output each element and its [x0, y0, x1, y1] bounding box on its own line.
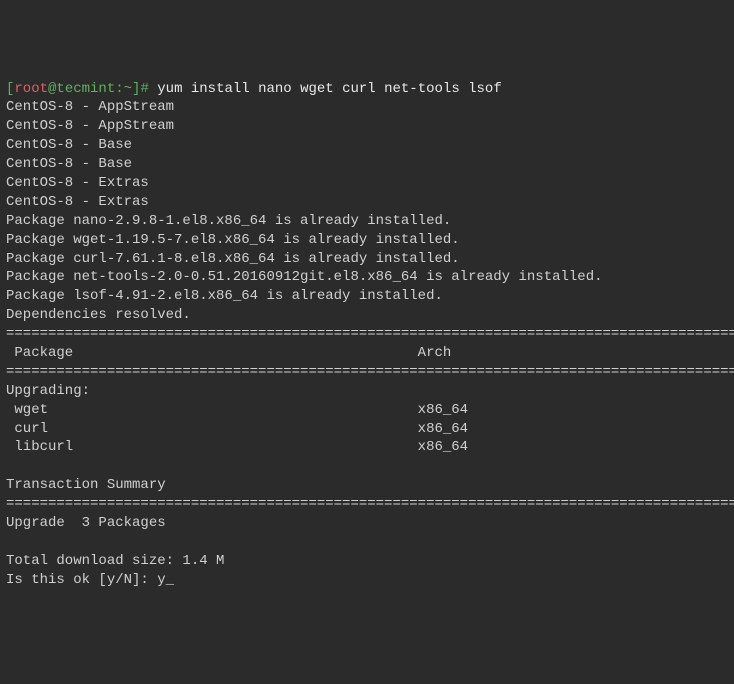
- upgrade-row: libcurl x86_64: [6, 439, 468, 455]
- upgrade-count: Upgrade 3 Packages: [6, 515, 166, 531]
- deps-resolved: Dependencies resolved.: [6, 307, 191, 323]
- table-header: Package Arch: [6, 345, 451, 361]
- prompt-line: [root@tecmint:~]# yum install nano wget …: [6, 81, 502, 97]
- prompt-user: root: [14, 81, 48, 97]
- installed-line: Package net-tools-2.0-0.51.20160912git.e…: [6, 269, 603, 285]
- repo-line: CentOS-8 - Base: [6, 137, 132, 153]
- upgrade-row: curl x86_64: [6, 421, 468, 437]
- confirm-line: Is this ok [y/N]: y_: [6, 572, 174, 588]
- repo-line: CentOS-8 - AppStream: [6, 99, 174, 115]
- repo-line: CentOS-8 - Extras: [6, 175, 149, 191]
- prompt-hash: #: [140, 81, 157, 97]
- installed-line: Package lsof-4.91-2.el8.x86_64 is alread…: [6, 288, 443, 304]
- prompt-host: tecmint: [56, 81, 115, 97]
- divider: ========================================…: [6, 364, 734, 380]
- repo-line: CentOS-8 - Extras: [6, 194, 149, 210]
- command-text: yum install nano wget curl net-tools lso…: [157, 81, 501, 97]
- upgrading-label: Upgrading:: [6, 383, 90, 399]
- repo-line: CentOS-8 - AppStream: [6, 118, 174, 134]
- cursor-icon: _: [166, 571, 174, 590]
- installed-line: Package nano-2.9.8-1.el8.x86_64 is alrea…: [6, 213, 451, 229]
- repo-line: CentOS-8 - Base: [6, 156, 132, 172]
- divider: ========================================…: [6, 496, 734, 512]
- prompt-colon: :: [115, 81, 123, 97]
- download-size: Total download size: 1.4 M: [6, 553, 224, 569]
- divider: ========================================…: [6, 326, 734, 342]
- transaction-summary: Transaction Summary: [6, 477, 166, 493]
- installed-line: Package wget-1.19.5-7.el8.x86_64 is alre…: [6, 232, 460, 248]
- confirm-prompt: Is this ok [y/N]:: [6, 572, 157, 588]
- upgrade-row: wget x86_64: [6, 402, 468, 418]
- confirm-input[interactable]: y: [157, 572, 165, 588]
- prompt-path: ~: [124, 81, 132, 97]
- installed-line: Package curl-7.61.1-8.el8.x86_64 is alre…: [6, 251, 460, 267]
- terminal[interactable]: [root@tecmint:~]# yum install nano wget …: [6, 80, 728, 590]
